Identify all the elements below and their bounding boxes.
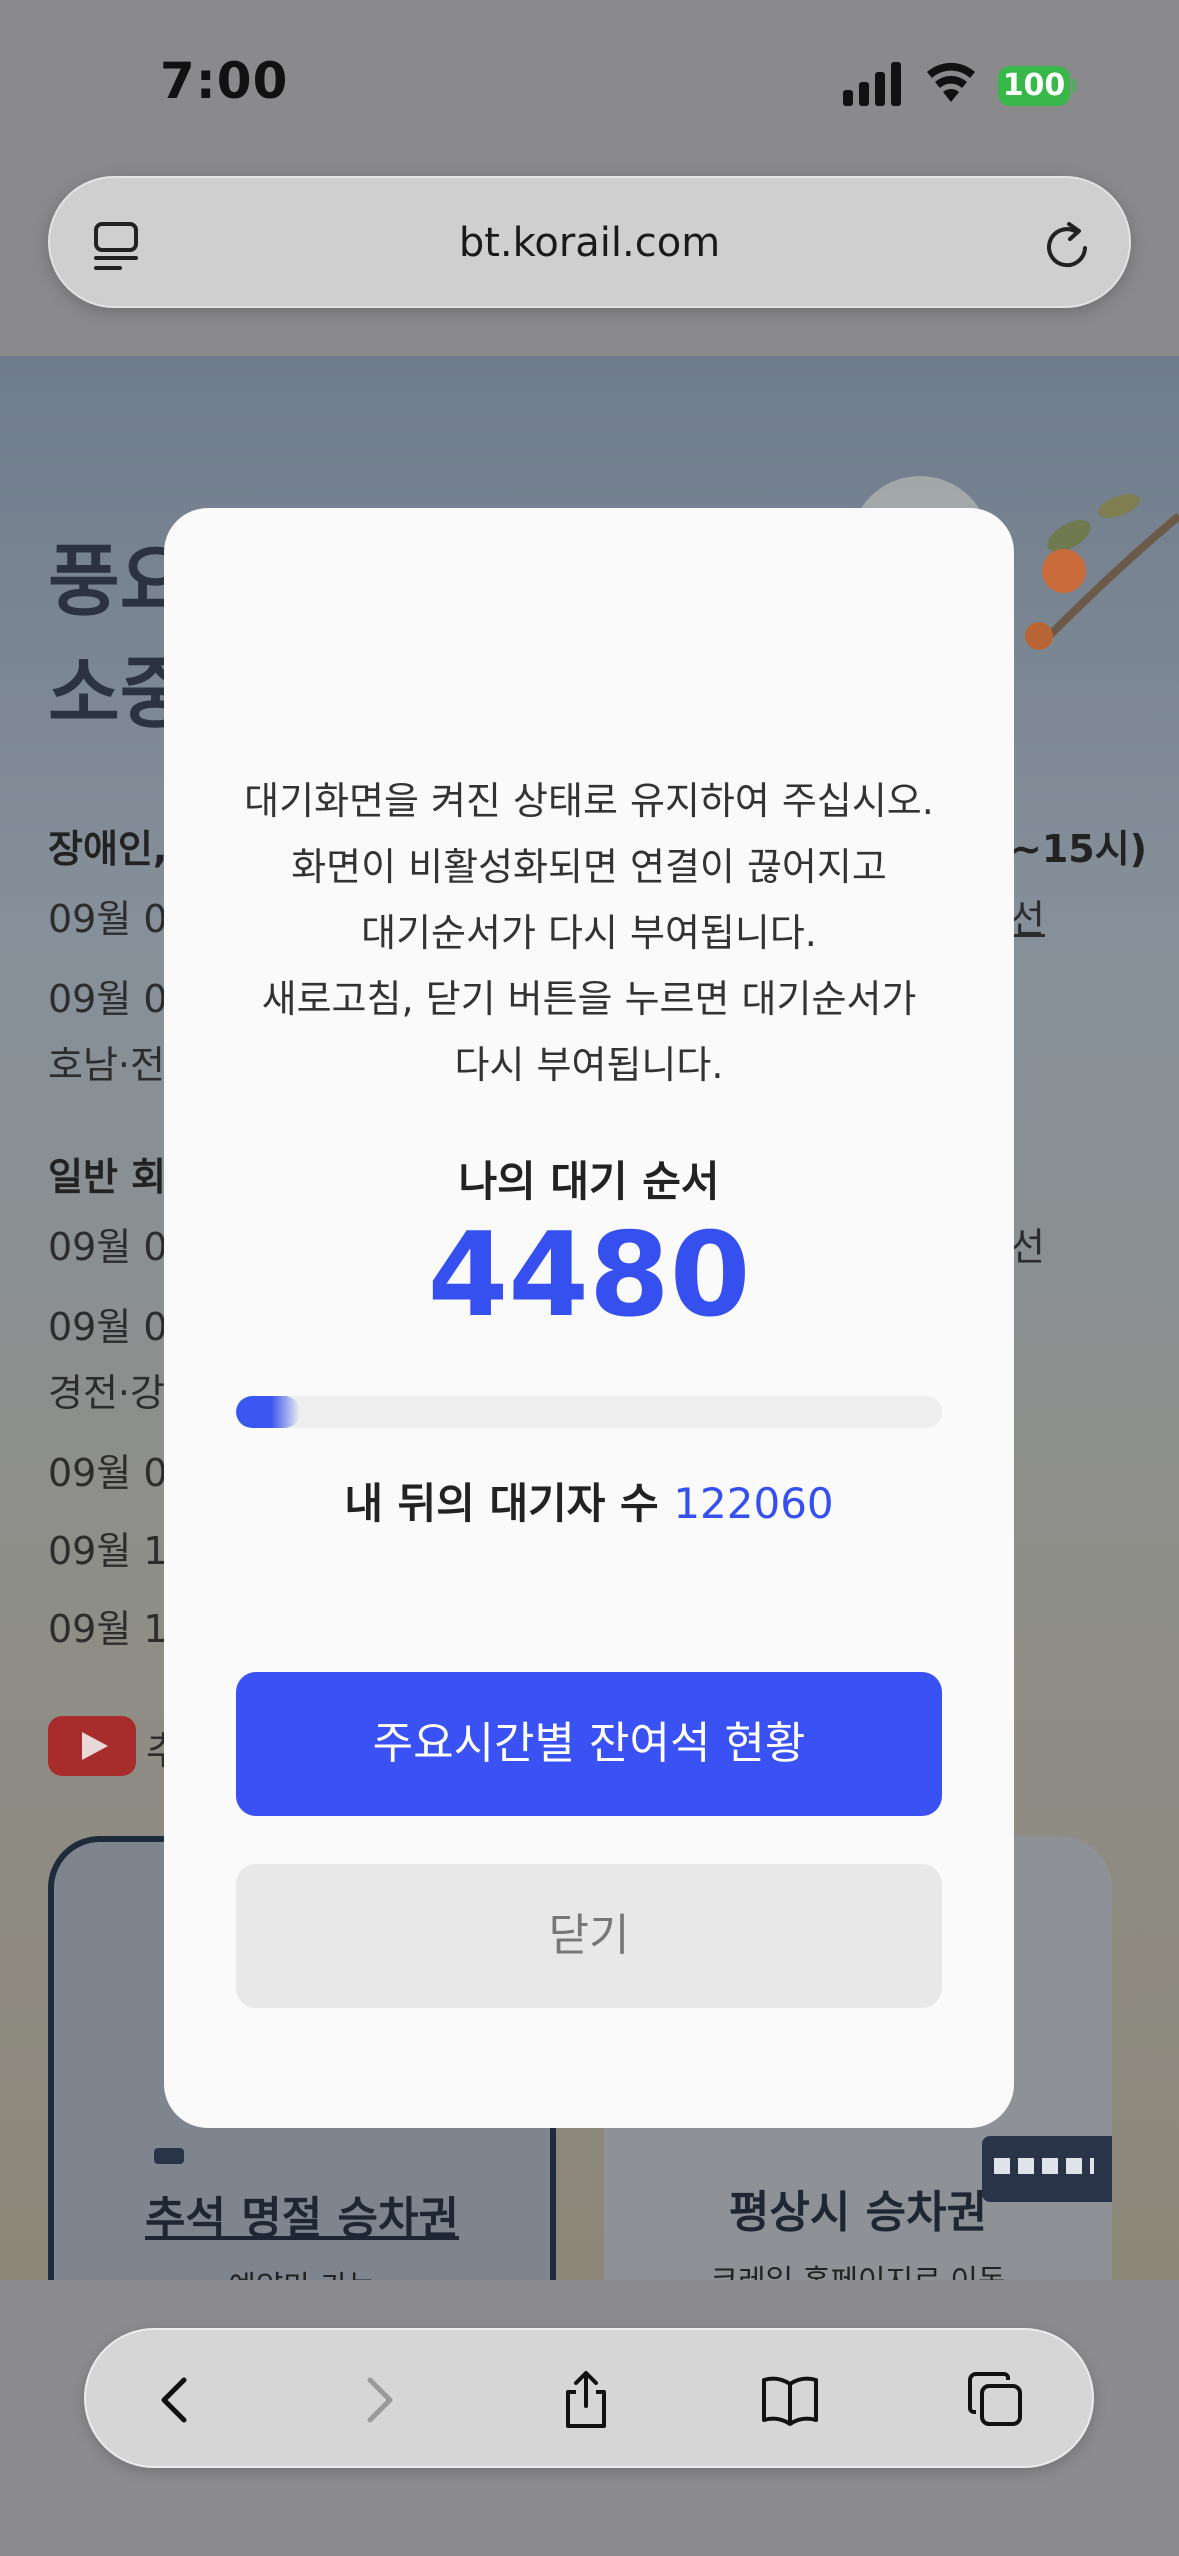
bookmarks-icon[interactable]	[760, 2370, 820, 2430]
queue-progress-fill	[236, 1396, 300, 1428]
waiters-behind: 내 뒤의 대기자 수 122060	[164, 1470, 1014, 1531]
forward-icon[interactable]	[348, 2370, 408, 2430]
waiting-queue-modal: 대기화면을 켜진 상태로 유지하여 주십시오. 화면이 비활성화되면 연결이 끊…	[164, 508, 1014, 2128]
battery-icon: 100	[998, 66, 1076, 106]
card-title: 평상시 승차권	[728, 2187, 988, 2238]
cellular-signal-icon	[843, 62, 901, 106]
status-time: 7:00	[160, 52, 289, 110]
bg-text-line: 호남·전	[48, 1043, 165, 1087]
status-bar: 7:00 100	[0, 0, 1179, 160]
share-icon[interactable]	[556, 2370, 616, 2430]
bg-text-right: 선	[1010, 1225, 1045, 1269]
queue-progress-bar	[236, 1396, 942, 1428]
bg-text-line: 장애인,	[48, 827, 168, 871]
youtube-icon	[48, 1716, 136, 1776]
address-bar[interactable]: bt.korail.com	[48, 176, 1131, 308]
browser-bottom-area	[0, 2280, 1179, 2556]
back-icon[interactable]	[146, 2370, 206, 2430]
wifi-icon	[927, 62, 975, 102]
waiters-behind-label: 내 뒤의 대기자 수	[344, 1479, 659, 1528]
card-subtitle: 코레일 홈페이지로 이동	[604, 2256, 1112, 2280]
browser-toolbar	[84, 2328, 1094, 2468]
bg-text-right: 선	[1010, 897, 1045, 941]
seat-availability-button[interactable]: 주요시간별 잔여석 현황	[236, 1672, 942, 1816]
my-order-label: 나의 대기 순서	[458, 1157, 720, 1206]
reload-icon[interactable]	[1039, 218, 1095, 274]
train-icon	[154, 2148, 184, 2164]
bg-text-line: 경전·강	[48, 1371, 165, 1415]
card-subtitle: 예약만 가능	[54, 2262, 550, 2280]
waiters-behind-count: 122060	[673, 1479, 834, 1528]
url-text[interactable]: bt.korail.com	[50, 220, 1129, 266]
close-button[interactable]: 닫기	[236, 1864, 942, 2008]
my-order-number: 4480	[427, 1208, 751, 1343]
bg-text-right: ~15시)	[1010, 827, 1148, 871]
card-title: 추석 명절 승차권	[145, 2193, 459, 2244]
battery-level: 100	[998, 66, 1070, 106]
queue-notice: 대기화면을 켜진 상태로 유지하여 주십시오. 화면이 비활성화되면 연결이 끊…	[244, 779, 934, 1087]
persimmon-branch-decoration	[1025, 493, 1179, 650]
tabs-icon[interactable]	[966, 2370, 1026, 2430]
bg-text-line: 일반 회	[48, 1155, 167, 1199]
